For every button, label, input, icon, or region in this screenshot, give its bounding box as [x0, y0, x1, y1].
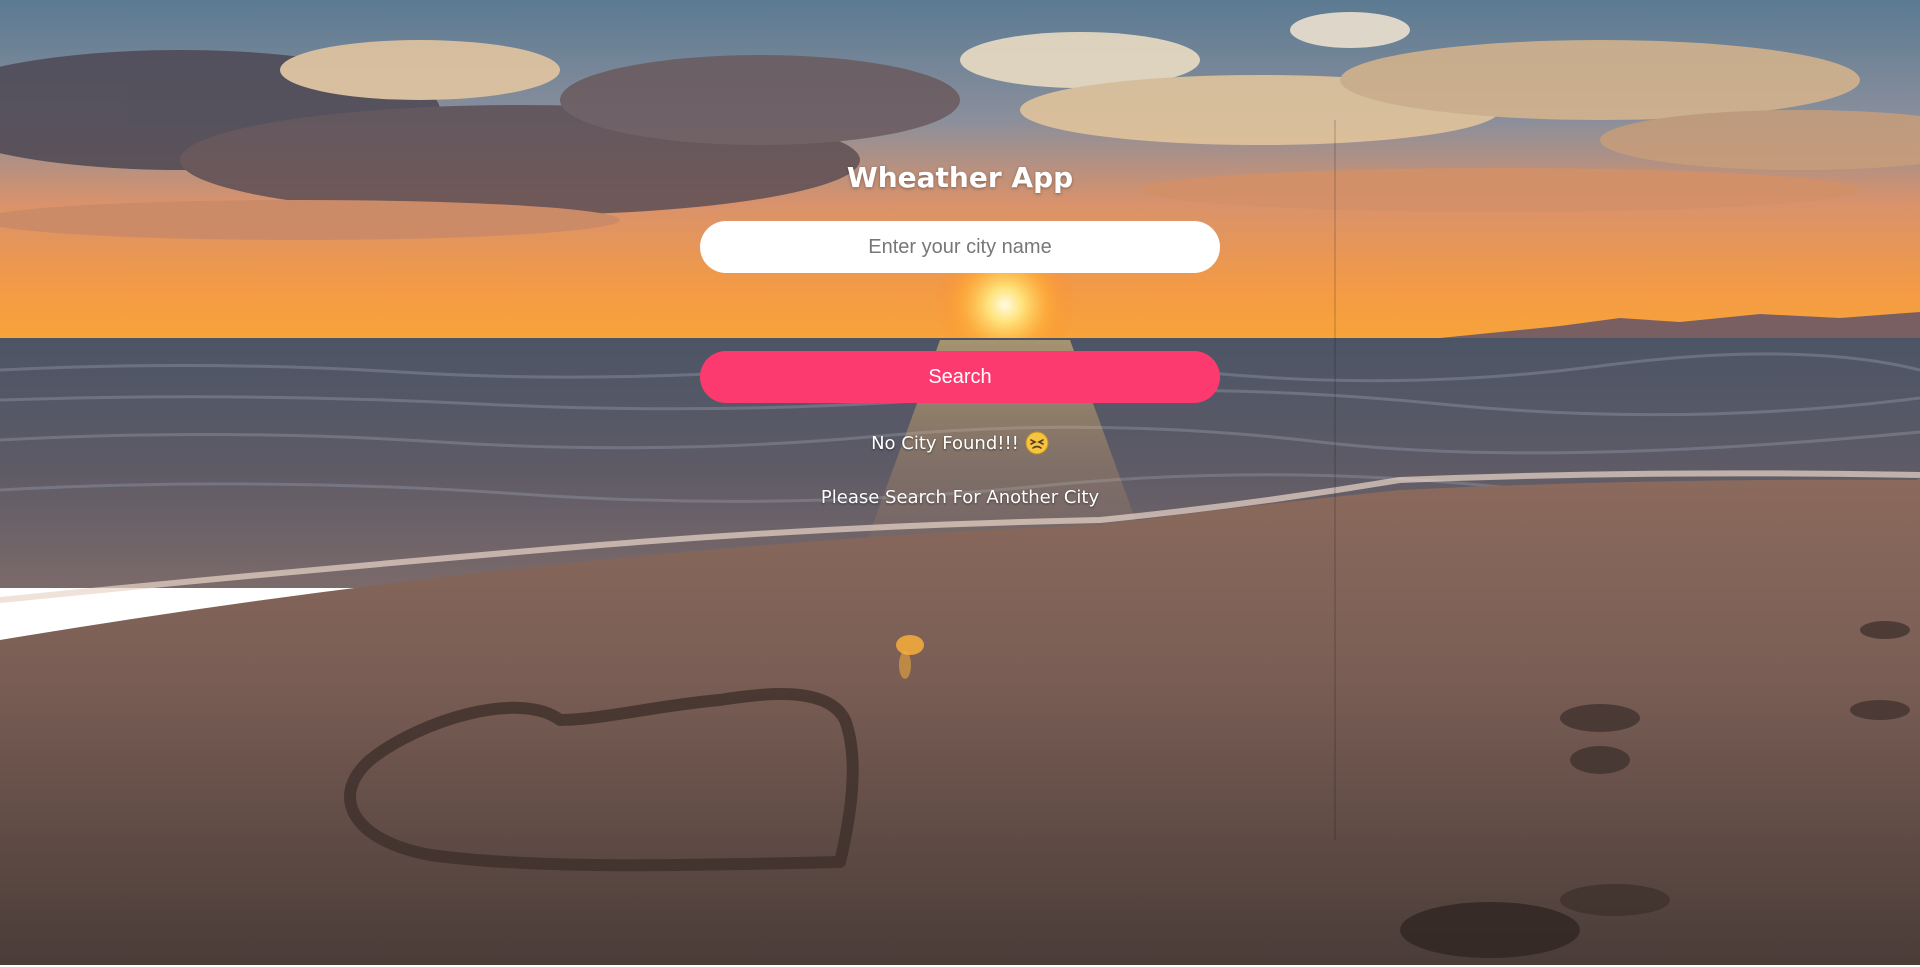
page-title: Wheather App [846, 161, 1074, 194]
search-hint: Please Search For Another City [820, 486, 1100, 508]
no-city-text: No City Found!!! [871, 432, 1019, 454]
weather-app: Wheather App Search No City Found!!! Ple… [0, 0, 1920, 965]
persevering-face-icon [1025, 431, 1049, 455]
city-search-input[interactable] [700, 221, 1220, 273]
no-city-message: No City Found!!! [871, 429, 1049, 457]
search-button[interactable]: Search [700, 351, 1220, 403]
